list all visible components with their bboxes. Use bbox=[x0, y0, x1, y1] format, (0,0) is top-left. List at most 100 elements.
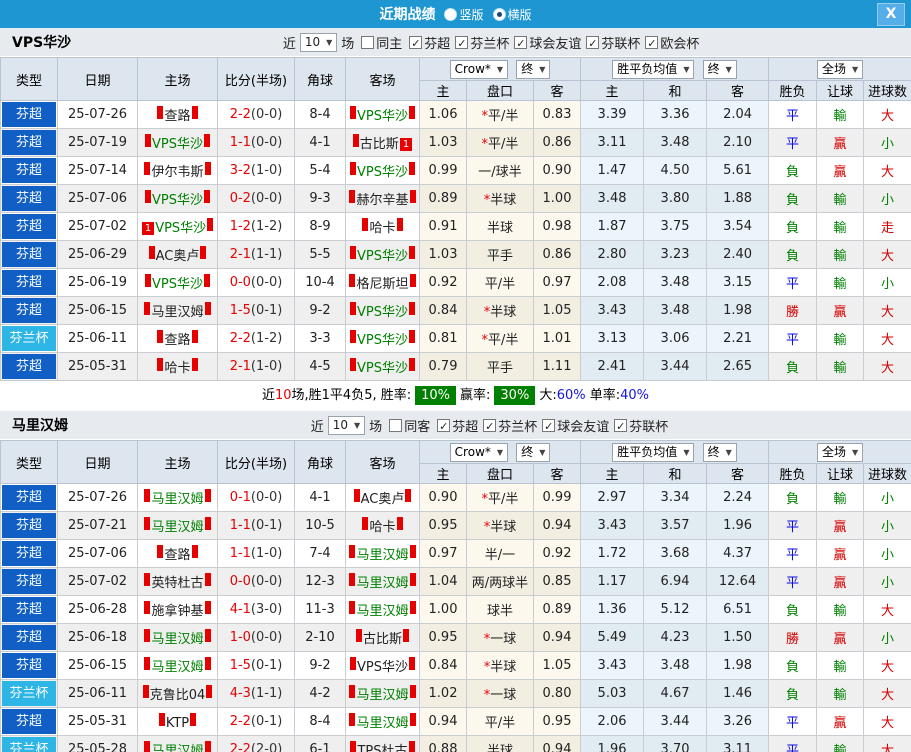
eu-draw-odds: 3.44 bbox=[643, 352, 708, 381]
eu-final-select[interactable]: 终 ▼ bbox=[702, 442, 737, 462]
away-team-cell: 马里汉姆 bbox=[345, 679, 420, 708]
league-checkbox[interactable]: ✓ 芬超 bbox=[437, 416, 478, 435]
close-button[interactable]: X bbox=[877, 3, 905, 26]
score-cell: 0-1(0-0) bbox=[217, 483, 295, 512]
home-team-cell: 马里汉姆 bbox=[137, 296, 218, 325]
ah-away-odds: 1.01 bbox=[532, 324, 582, 353]
away-team-cell: 马里汉姆 bbox=[345, 567, 420, 596]
matches-table: 类型 日期 主场 比分(半场) 角球 客场 Crow* ▼ 终 ▼ 胜平负均值 ▼ 终… bbox=[0, 57, 911, 381]
col-home: 主场 bbox=[137, 57, 218, 101]
league-badge: 芬超 bbox=[2, 242, 56, 267]
league-checkbox[interactable]: ✓ 芬兰杯 bbox=[483, 416, 537, 435]
match-count-select[interactable]: 10 ▼ bbox=[327, 415, 366, 435]
league-badge: 芬超 bbox=[2, 214, 56, 239]
away-team-name: 马里汉姆 bbox=[356, 548, 409, 563]
eu-draw-odds: 3.57 bbox=[643, 511, 708, 540]
eu-away-odds: 5.61 bbox=[706, 156, 770, 185]
eu-draw-odds: 4.23 bbox=[643, 623, 708, 652]
ah-final-select[interactable]: 终 ▼ bbox=[516, 442, 551, 462]
score-cell: 2-2(0-0) bbox=[217, 100, 295, 129]
col-goals: 进球数 bbox=[863, 80, 911, 101]
league-checkbox[interactable]: ✓ 芬兰杯 bbox=[455, 33, 509, 52]
match-row: 芬超 25-07-02 1 VPS华沙 1-2(1-2) 8-9 哈卡 0.91 … bbox=[0, 212, 911, 241]
rows-body: 芬超 25-07-26 查路 2-2(0-0) 8-4 VPS华沙 1.06 *… bbox=[0, 100, 911, 381]
eu-away-odds: 2.40 bbox=[706, 240, 770, 269]
half-score: (0-0) bbox=[250, 630, 283, 645]
ah-line: 平手 bbox=[466, 352, 534, 381]
ah-away-odds: 0.98 bbox=[532, 212, 582, 241]
away-team-cell: VPS华沙 bbox=[345, 352, 420, 381]
ah-home-odds: 0.97 bbox=[419, 539, 467, 568]
league-checkbox-label: 欧会杯 bbox=[660, 36, 700, 52]
league-checkbox[interactable]: ✓ 球会友谊 bbox=[542, 416, 609, 435]
ah-away-odds: 0.86 bbox=[532, 128, 582, 157]
handicap-result: 輸 bbox=[816, 735, 865, 752]
league-checkbox[interactable]: ✓ 芬联杯 bbox=[586, 33, 640, 52]
col-date: 日期 bbox=[57, 440, 138, 484]
red-card-badge-left bbox=[362, 218, 369, 231]
handicap-result: 輸 bbox=[816, 651, 865, 680]
half-score: (0-0) bbox=[250, 275, 283, 290]
odds-company-select[interactable]: Crow* ▼ bbox=[449, 442, 509, 462]
full-match-select[interactable]: 全场 ▼ bbox=[816, 59, 864, 79]
odds-company-select[interactable]: Crow* ▼ bbox=[449, 59, 509, 79]
chevron-down-icon: ▼ bbox=[539, 447, 546, 457]
red-card-badge-left bbox=[350, 162, 356, 175]
wdl-result: 負 bbox=[768, 352, 818, 381]
red-card-badge-right bbox=[408, 741, 415, 752]
half-score: (0-0) bbox=[250, 574, 283, 589]
col-type: 类型 bbox=[0, 440, 58, 484]
ah-line: 半球 bbox=[466, 735, 534, 752]
league-checkbox[interactable]: ✓ 球会友谊 bbox=[514, 33, 581, 52]
eu-final-select[interactable]: 终 ▼ bbox=[702, 59, 737, 79]
red-card-badge-right bbox=[409, 657, 415, 670]
match-row: 芬兰杯 25-05-28 马里汉姆 2-2(2-0) 6-1 TPS杜古 0.8… bbox=[0, 735, 911, 752]
red-card-badge-left bbox=[355, 629, 362, 642]
full-score: 4-3 bbox=[229, 686, 251, 701]
home-team-name: 英特杜古 bbox=[151, 576, 204, 591]
red-card-badge-right bbox=[409, 274, 416, 287]
eu-home-odds: 3.13 bbox=[580, 324, 645, 353]
team-section: 马里汉姆 近 10 ▼ 场 同客 ✓芬超✓芬兰杯✓球会友谊✓芬联杯 bbox=[0, 411, 911, 752]
half-score: (0-1) bbox=[250, 658, 283, 673]
europe-odds-select[interactable]: 胜平负均值 ▼ bbox=[612, 59, 695, 79]
league-checkbox-label: 球会友谊 bbox=[557, 419, 610, 435]
same-venue-checkbox[interactable]: 同客 bbox=[389, 416, 430, 435]
ah-line: 一/球半 bbox=[466, 156, 534, 185]
match-count-value: 10 bbox=[304, 34, 321, 49]
red-card-badge-left bbox=[142, 685, 149, 698]
score-cell: 2-2(2-0) bbox=[217, 735, 295, 752]
score-cell: 0-0(0-0) bbox=[217, 268, 295, 297]
league-checkbox[interactable]: ✓ 欧会杯 bbox=[645, 33, 699, 52]
full-match-select[interactable]: 全场 ▼ bbox=[816, 442, 864, 462]
full-score: 3-2 bbox=[229, 163, 251, 178]
col-ah-line: 盘口 bbox=[466, 463, 534, 484]
col-corner: 角球 bbox=[294, 57, 346, 101]
handicap-result: 贏 bbox=[816, 567, 865, 596]
score-cell: 2-1(1-1) bbox=[217, 240, 295, 269]
red-card-badge-right bbox=[409, 713, 416, 726]
home-team-name: VPS华沙 bbox=[152, 277, 203, 292]
layout-radio-vertical[interactable]: 竖版 bbox=[445, 6, 484, 23]
league-checkbox-label: 芬超 bbox=[452, 419, 479, 435]
same-venue-checkbox[interactable]: 同主 bbox=[361, 33, 402, 52]
layout-radio-horizontal[interactable]: 横版 bbox=[493, 6, 532, 23]
red-card-badge-right bbox=[396, 218, 403, 231]
full-score: 2-1 bbox=[229, 247, 251, 262]
match-row: 芬超 25-06-15 马里汉姆 1-5(0-1) 9-2 VPS华沙 0.84… bbox=[0, 651, 911, 680]
europe-odds-select[interactable]: 胜平负均值 ▼ bbox=[612, 442, 695, 462]
home-team-name: 查路 bbox=[164, 109, 191, 124]
half-score: (1-1) bbox=[250, 686, 283, 701]
match-count-select[interactable]: 10 ▼ bbox=[299, 32, 338, 52]
home-team-name: 马里汉姆 bbox=[151, 492, 204, 507]
red-card-badge-right bbox=[191, 330, 198, 343]
early-odds-star: * bbox=[481, 137, 489, 152]
red-card-badge-right bbox=[207, 218, 214, 231]
sections-container: VPS华沙 近 10 ▼ 场 同主 ✓ 芬超 ✓ 芬兰杯 ✓ 球会友谊 ✓ 芬联杯 ✓ 欧会杯 bbox=[0, 28, 911, 752]
league-checkbox[interactable]: ✓ 芬联杯 bbox=[614, 416, 668, 435]
league-checkbox[interactable]: ✓ 芬超 bbox=[409, 33, 450, 52]
ah-final-select[interactable]: 终 ▼ bbox=[516, 59, 551, 79]
away-team-cell: 格尼斯坦 bbox=[345, 268, 420, 297]
ah-away-odds: 1.11 bbox=[532, 352, 582, 381]
score-cell: 1-1(0-1) bbox=[217, 511, 295, 540]
